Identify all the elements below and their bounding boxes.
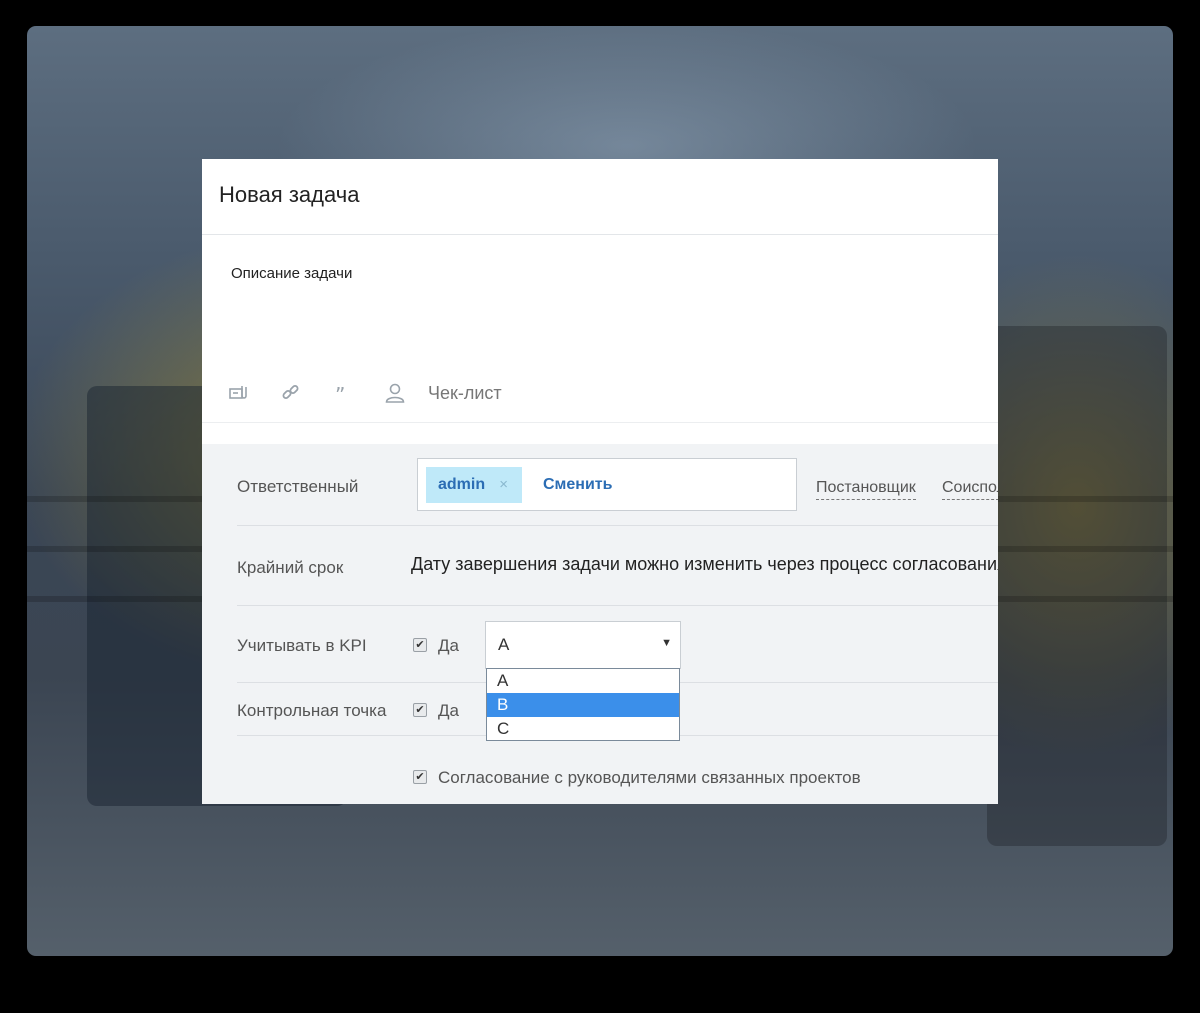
divider [202,234,998,235]
attach-icon[interactable] [226,380,252,406]
svg-text:”: ” [335,383,345,404]
responsible-chip-value: admin [438,476,486,493]
divider [237,525,998,526]
kpi-option-b[interactable]: B [487,693,679,717]
responsible-chip: admin × [426,467,522,503]
change-responsible-link[interactable]: Сменить [543,476,612,494]
task-form: Ответственный admin × Сменить Постановщи… [202,444,998,804]
responsible-label: Ответственный [237,477,359,496]
coexecutors-link[interactable]: Соисполнители [942,479,998,500]
editor-toolbar: ” Чек-лист [226,379,502,407]
divider [202,422,998,423]
description-field[interactable]: Описание задачи [231,265,352,282]
background-truck-right [987,326,1167,846]
quote-icon[interactable]: ” [330,380,356,406]
responsible-field[interactable]: admin × Сменить [417,458,797,511]
kpi-select-value: A [498,635,510,654]
deadline-note: Дату завершения задачи можно изменить че… [411,554,998,574]
chevron-down-icon: ▼ [661,637,672,649]
checklist-button[interactable]: Чек-лист [428,383,502,404]
kpi-option-a[interactable]: A [487,669,679,693]
kpi-checkbox-label: Да [438,636,459,655]
user-icon[interactable] [382,380,408,406]
remove-responsible-button[interactable]: × [499,476,508,493]
checkpoint-checkbox-label: Да [438,701,459,720]
approval-checkbox-label: Согласование с руководителями связанных … [438,768,861,787]
setter-link[interactable]: Постановщик [816,479,916,500]
checkpoint-checkbox[interactable]: ✔ [413,703,427,717]
kpi-select[interactable]: A ▼ [485,621,681,669]
approval-checkbox[interactable]: ✔ [413,770,427,784]
modal-title: Новая задача [219,182,360,207]
checkpoint-label: Контрольная точка [237,701,387,720]
deadline-label: Крайний срок [237,558,344,577]
link-icon[interactable] [278,380,304,406]
kpi-option-c[interactable]: C [487,717,679,741]
kpi-checkbox[interactable]: ✔ [413,638,427,652]
kpi-dropdown-list: A B C [486,668,680,741]
divider [237,605,998,606]
new-task-modal: Новая задача Описание задачи ” Чек-лист … [202,159,998,804]
kpi-label: Учитывать в KPI [237,636,367,655]
